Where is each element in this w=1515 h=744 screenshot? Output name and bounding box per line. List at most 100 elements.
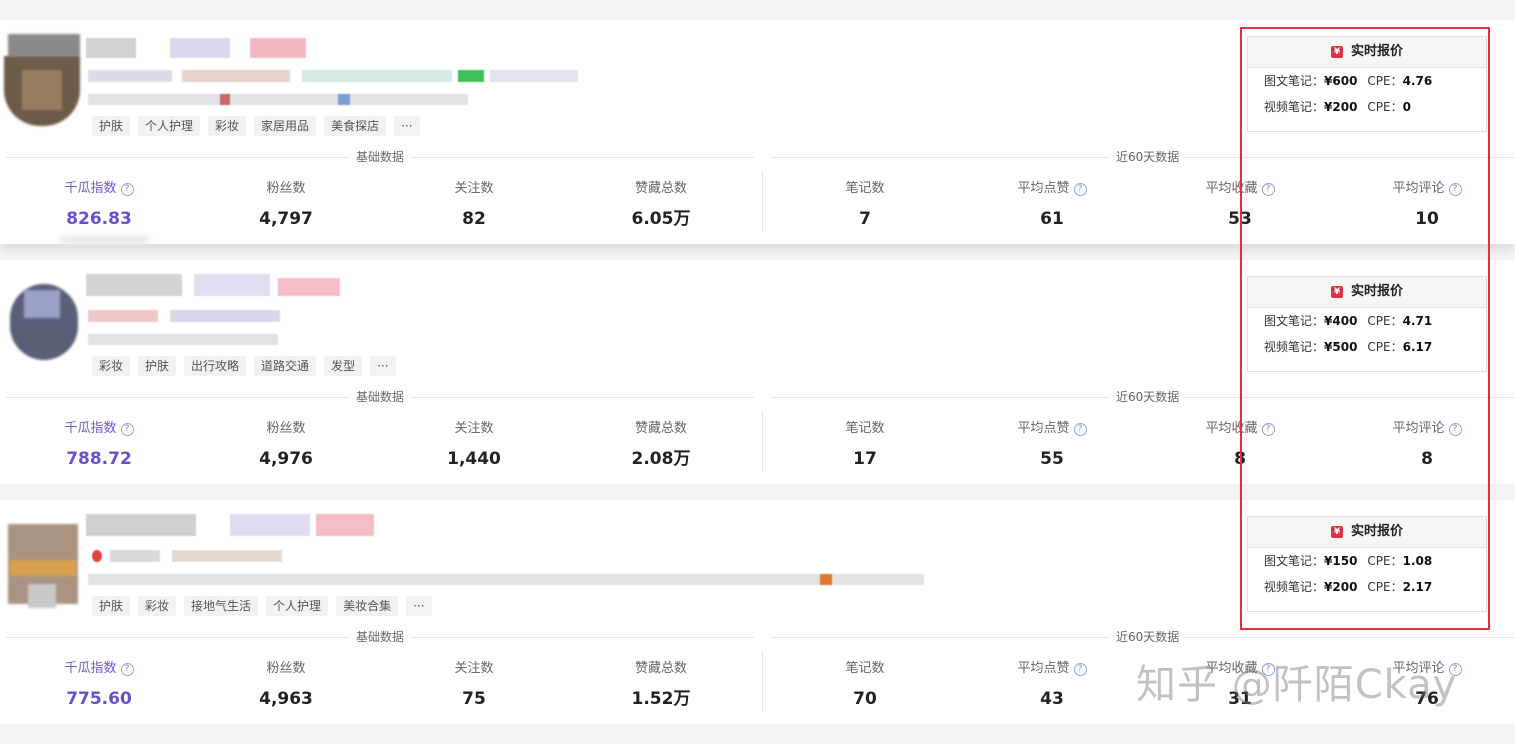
help-icon[interactable]: ?: [120, 423, 134, 436]
metric-value: 17: [853, 449, 877, 469]
metric-qiangua-index: 千瓜指数? 788.72: [4, 420, 194, 470]
more-tags-button[interactable]: ···: [370, 356, 396, 376]
avatar[interactable]: [4, 524, 78, 612]
metric-label: 平均点赞: [1017, 181, 1070, 196]
section-label-basic: 基础数据: [350, 390, 411, 404]
metric-label: 千瓜指数: [64, 661, 117, 676]
metric-avg-likes: 平均点赞? 55: [957, 420, 1147, 470]
blurred-nickname: [278, 278, 340, 296]
metric-following: 关注数 75: [379, 660, 569, 710]
metric-qiangua-index: 千瓜指数? 775.60: [4, 660, 194, 710]
avatar[interactable]: [4, 34, 80, 126]
metric-value: 61: [1040, 209, 1064, 229]
metric-label: 笔记数: [845, 181, 885, 196]
category-tag[interactable]: 道路交通: [254, 356, 317, 376]
category-tag[interactable]: 美妆合集: [336, 596, 399, 616]
help-icon[interactable]: ?: [1073, 663, 1087, 676]
blurred-info: [88, 70, 172, 82]
category-tag[interactable]: 个人护理: [266, 596, 329, 616]
blurred-desc: [88, 94, 468, 105]
help-icon[interactable]: ?: [120, 663, 134, 676]
blurred-nickname: [194, 274, 270, 296]
category-tag[interactable]: 出行攻略: [184, 356, 247, 376]
metric-label: 关注数: [454, 181, 494, 196]
avatar[interactable]: [4, 284, 78, 372]
metric-label: 关注数: [454, 661, 494, 676]
blurred-desc: [820, 574, 832, 585]
metric-likes-collects: 赞藏总数 6.05万: [566, 180, 756, 230]
metric-value: 4,976: [259, 449, 313, 469]
metric-likes-collects: 赞藏总数 2.08万: [566, 420, 756, 470]
section-label-basic: 基础数据: [350, 630, 411, 644]
help-icon[interactable]: ?: [120, 183, 134, 196]
section-label-basic: 基础数据: [350, 150, 411, 164]
metric-value: 43: [1040, 689, 1064, 709]
metric-label: 平均点赞: [1017, 421, 1070, 436]
blurred-nickname: [250, 38, 306, 58]
vertical-divider: [762, 170, 763, 232]
metric-value: 4,797: [259, 209, 313, 229]
category-tag[interactable]: 护肤: [92, 116, 131, 136]
blurred-desc: [88, 574, 924, 585]
blurred-nickname: [86, 274, 182, 296]
metric-value: 2.08万: [631, 449, 691, 469]
blurred-desc: [88, 334, 278, 345]
metric-value: 1,440: [447, 449, 501, 469]
metric-label: 笔记数: [845, 421, 885, 436]
metric-value: 55: [1040, 449, 1064, 469]
category-tag[interactable]: 家居用品: [254, 116, 317, 136]
metric-fans: 粉丝数 4,976: [191, 420, 381, 470]
metric-value: 4,963: [259, 689, 313, 709]
metric-fans: 粉丝数 4,963: [191, 660, 381, 710]
metric-label: 千瓜指数: [64, 421, 117, 436]
metric-qiangua-index: 千瓜指数? 826.83: [4, 180, 194, 230]
category-tag[interactable]: 彩妆: [208, 116, 247, 136]
metric-label: 平均点赞: [1017, 661, 1070, 676]
metric-value: 75: [462, 689, 486, 709]
metric-label: 赞藏总数: [634, 661, 687, 676]
metric-value: 775.60: [66, 689, 132, 709]
blurred-nickname: [170, 38, 230, 58]
watermark-text: 知乎 @阡陌Ckay: [1136, 662, 1458, 708]
category-tag[interactable]: 彩妆: [92, 356, 131, 376]
category-tag[interactable]: 美食探店: [324, 116, 387, 136]
blurred-info: [302, 70, 452, 82]
metric-notes: 笔记数 7: [770, 180, 960, 230]
blurred-info: [170, 310, 280, 322]
more-tags-button[interactable]: ···: [406, 596, 432, 616]
blurred-info: [88, 310, 158, 322]
blurred-info: [458, 70, 484, 82]
metric-value: 7: [859, 209, 871, 229]
help-icon[interactable]: ?: [1073, 423, 1087, 436]
metric-label: 赞藏总数: [634, 181, 687, 196]
category-tag[interactable]: 护肤: [92, 596, 131, 616]
metric-value: 6.05万: [631, 209, 691, 229]
category-tag[interactable]: 接地气生活: [184, 596, 259, 616]
vertical-divider: [762, 410, 763, 472]
help-icon[interactable]: ?: [1073, 183, 1087, 196]
blurred-info: [182, 70, 290, 82]
blurred-nickname: [86, 38, 136, 58]
blurred-info: [92, 550, 102, 562]
metric-label: 笔记数: [845, 661, 885, 676]
category-tag[interactable]: 护肤: [138, 356, 177, 376]
blurred-desc: [338, 94, 350, 105]
metric-label: 粉丝数: [266, 421, 306, 436]
category-tag[interactable]: 发型: [324, 356, 363, 376]
blurred-desc: [220, 94, 230, 105]
blurred-info: [490, 70, 578, 82]
decorative-shadow: [60, 236, 150, 244]
more-tags-button[interactable]: ···: [394, 116, 420, 136]
category-tags: 彩妆 护肤 出行攻略 道路交通 发型 ···: [92, 356, 396, 376]
metric-value: 1.52万: [631, 689, 691, 709]
metric-value: 788.72: [66, 449, 132, 469]
metric-following: 关注数 1,440: [379, 420, 569, 470]
metric-avg-likes: 平均点赞? 61: [957, 180, 1147, 230]
category-tag[interactable]: 个人护理: [138, 116, 201, 136]
category-tags: 护肤 个人护理 彩妆 家居用品 美食探店 ···: [92, 116, 420, 136]
category-tag[interactable]: 彩妆: [138, 596, 177, 616]
metric-label: 关注数: [454, 421, 494, 436]
metric-label: 粉丝数: [266, 661, 306, 676]
blurred-nickname: [230, 514, 310, 536]
metric-notes: 笔记数 70: [770, 660, 960, 710]
